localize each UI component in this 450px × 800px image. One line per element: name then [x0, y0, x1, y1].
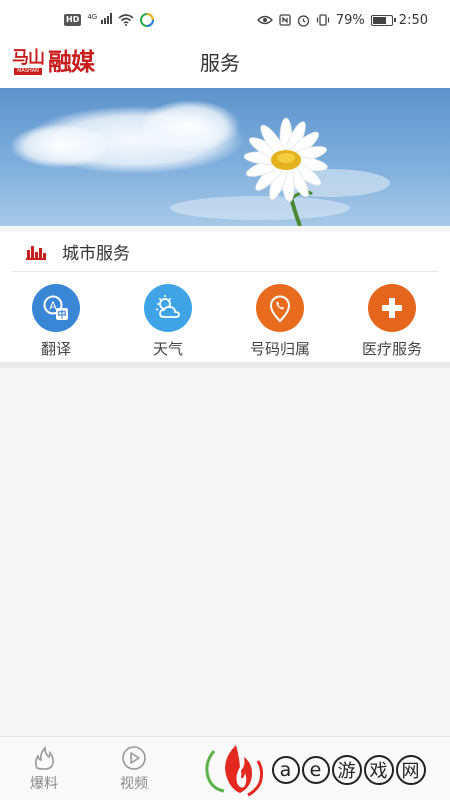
- logo-big-text: 融媒: [48, 47, 95, 76]
- watermark-letter: e: [302, 756, 330, 784]
- cellular-signal-icon: 4G: [87, 12, 113, 28]
- weather-icon: [144, 284, 192, 332]
- flame-icon: [34, 746, 54, 770]
- logo-mashan: 马山 MASHAN: [12, 48, 45, 75]
- service-label: 号码归属: [249, 340, 310, 358]
- svg-text:中: 中: [57, 309, 66, 321]
- service-phone-location[interactable]: 号码归属: [235, 284, 325, 359]
- nav-label: 视频: [120, 776, 148, 792]
- alarm-icon: [297, 14, 310, 27]
- page-title: 服务: [200, 51, 240, 75]
- nav-item-video[interactable]: 视频: [104, 745, 164, 793]
- vibrate-icon: [316, 14, 329, 26]
- watermark-logo-icon: [205, 745, 264, 797]
- service-label: 医疗服务: [361, 340, 422, 358]
- app-logo: 马山 MASHAN 融媒: [12, 47, 95, 76]
- translate-icon: A 中: [32, 284, 80, 332]
- watermark-char: 游: [332, 755, 362, 785]
- banner-image[interactable]: [0, 88, 450, 226]
- section-divider: [0, 362, 450, 368]
- logo-sub-text: MASHAN: [14, 68, 42, 75]
- status-right: 79% 2:50: [256, 12, 428, 28]
- watermark-text: a e 游 戏 网: [272, 755, 426, 785]
- app-notification-icon: [140, 13, 155, 27]
- medical-plus-icon: [368, 284, 416, 332]
- status-left: HD 4G: [64, 12, 155, 28]
- service-weather[interactable]: 天气: [123, 284, 213, 359]
- watermark-letter: a: [272, 756, 300, 784]
- service-medical[interactable]: 医疗服务: [347, 284, 437, 359]
- hd-badge: HD: [64, 14, 82, 26]
- city-skyline-icon: [26, 245, 46, 260]
- network-type: 4G: [87, 12, 98, 21]
- site-watermark: a e 游 戏 网: [200, 740, 450, 800]
- logo-small-text: 马山: [12, 48, 45, 68]
- service-translate[interactable]: A 中 翻译: [11, 284, 101, 359]
- phone-location-icon: [256, 284, 304, 332]
- banner-illustration: [10, 100, 390, 226]
- watermark-char: 网: [396, 755, 426, 785]
- city-services-panel: 城市服务 A 中 翻译 天气 号码归属 医疗服务: [0, 232, 450, 362]
- clock: 2:50: [398, 12, 428, 28]
- app-header: 马山 MASHAN 融媒 服务: [0, 40, 450, 88]
- wifi-icon: [118, 14, 134, 26]
- status-bar: HD 4G 79% 2:50: [0, 0, 450, 40]
- service-grid: A 中 翻译 天气 号码归属 医疗服务: [0, 284, 450, 358]
- battery-percent: 79%: [335, 12, 365, 28]
- nav-label: 爆料: [30, 776, 58, 792]
- section-title: 城市服务: [62, 244, 130, 264]
- section-header: 城市服务: [12, 232, 438, 272]
- service-label: 翻译: [40, 340, 71, 358]
- battery-icon: [370, 14, 396, 26]
- service-label: 天气: [152, 340, 183, 358]
- watermark-char: 戏: [364, 755, 394, 785]
- nfc-icon: [279, 14, 291, 26]
- eye-icon: [256, 15, 273, 25]
- play-icon: [122, 746, 146, 770]
- nav-item-baoliao[interactable]: 爆料: [14, 745, 74, 793]
